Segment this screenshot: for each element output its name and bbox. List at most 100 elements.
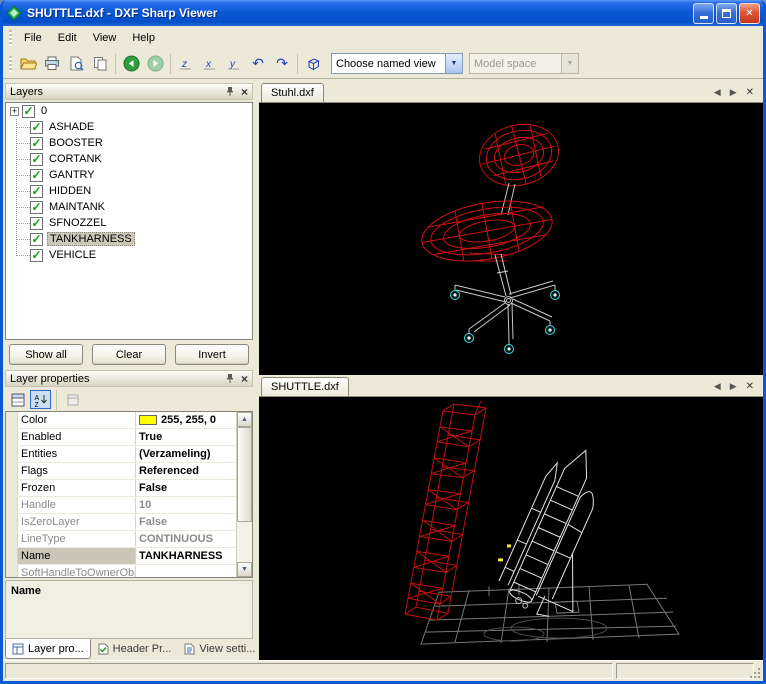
rotate-cw-button[interactable]: ↷ bbox=[270, 53, 294, 75]
layer-checkbox[interactable]: ✓ bbox=[30, 152, 43, 166]
forward-button[interactable] bbox=[143, 53, 167, 75]
close-button[interactable]: ✕ bbox=[739, 2, 760, 24]
doc-close-icon[interactable]: ✕ bbox=[746, 87, 754, 98]
viewport-stuhl[interactable] bbox=[259, 103, 763, 375]
property-row[interactable]: Flags Referenced bbox=[6, 463, 236, 480]
property-name[interactable]: Handle bbox=[18, 497, 136, 513]
show-all-button[interactable]: Show all bbox=[9, 344, 83, 365]
property-name[interactable]: Frozen bbox=[18, 480, 136, 496]
property-name[interactable]: Entities bbox=[18, 446, 136, 462]
property-row-selected[interactable]: Name TANKHARNESS bbox=[6, 548, 236, 565]
named-view-combo[interactable]: Choose named view ▼ bbox=[331, 53, 463, 74]
property-row[interactable]: Entities (Verzameling) bbox=[6, 446, 236, 463]
property-value[interactable]: Referenced bbox=[136, 463, 236, 479]
layer-checkbox[interactable]: ✓ bbox=[30, 184, 43, 198]
toolbar-grip[interactable] bbox=[9, 55, 12, 72]
layer-item[interactable]: ✓ MAINTANK bbox=[6, 199, 252, 215]
property-value[interactable]: (Verzameling) bbox=[136, 446, 236, 462]
view-3d-button[interactable] bbox=[301, 53, 325, 75]
layer-item[interactable]: ✓ VEHICLE bbox=[6, 247, 252, 263]
categorized-button[interactable] bbox=[7, 390, 28, 409]
layer-item[interactable]: ✓ ASHADE bbox=[6, 119, 252, 135]
layers-panel-header[interactable]: Layers × bbox=[5, 83, 253, 100]
layer-item[interactable]: + ✓ 0 bbox=[6, 103, 252, 119]
layer-item[interactable]: ✓ HIDDEN bbox=[6, 183, 252, 199]
property-row[interactable]: Enabled True bbox=[6, 429, 236, 446]
layer-item-selected[interactable]: ✓ TANKHARNESS bbox=[6, 231, 252, 247]
tab-layer-properties[interactable]: Layer pro... bbox=[5, 639, 91, 659]
menu-help[interactable]: Help bbox=[124, 28, 163, 48]
layer-item[interactable]: ✓ BOOSTER bbox=[6, 135, 252, 151]
property-row[interactable]: Frozen False bbox=[6, 480, 236, 497]
menu-edit[interactable]: Edit bbox=[50, 28, 85, 48]
back-button[interactable] bbox=[119, 53, 143, 75]
document-tab[interactable]: Stuhl.dxf bbox=[261, 83, 324, 102]
layer-label[interactable]: 0 bbox=[39, 105, 49, 117]
property-row-readonly[interactable]: IsZeroLayer False bbox=[6, 514, 236, 531]
layer-checkbox[interactable]: ✓ bbox=[30, 120, 43, 134]
property-value[interactable]: 255, 255, 0 bbox=[136, 412, 236, 428]
doc-next-icon[interactable]: ▶ bbox=[730, 382, 737, 392]
pin-icon[interactable] bbox=[225, 86, 235, 97]
resize-grip[interactable] bbox=[749, 667, 762, 680]
panel-close-icon[interactable]: × bbox=[241, 86, 248, 98]
alphabetical-button[interactable]: A Z bbox=[30, 390, 51, 409]
layer-checkbox[interactable]: ✓ bbox=[30, 168, 43, 182]
view-y-button[interactable]: y bbox=[222, 53, 246, 75]
document-tab[interactable]: SHUTTLE.dxf bbox=[261, 377, 349, 396]
open-button[interactable] bbox=[16, 53, 40, 75]
doc-next-icon[interactable]: ▶ bbox=[730, 88, 737, 98]
layer-label[interactable]: ASHADE bbox=[47, 121, 96, 133]
scrollbar-thumb[interactable] bbox=[237, 427, 252, 522]
layer-label[interactable]: MAINTANK bbox=[47, 201, 107, 213]
property-row-readonly[interactable]: SoftHandleToOwnerObj bbox=[6, 565, 236, 577]
doc-prev-icon[interactable]: ◀ bbox=[714, 382, 721, 392]
layer-label[interactable]: GANTRY bbox=[47, 169, 97, 181]
menu-file[interactable]: File bbox=[16, 28, 50, 48]
doc-close-icon[interactable]: ✕ bbox=[746, 381, 754, 392]
invert-button[interactable]: Invert bbox=[175, 344, 249, 365]
property-value[interactable]: TANKHARNESS bbox=[136, 548, 236, 564]
layer-item[interactable]: ✓ SFNOZZEL bbox=[6, 215, 252, 231]
layer-checkbox[interactable]: ✓ bbox=[30, 248, 43, 262]
property-row-readonly[interactable]: LineType CONTINUOUS bbox=[6, 531, 236, 548]
property-name[interactable]: SoftHandleToOwnerObj bbox=[18, 565, 136, 577]
doc-prev-icon[interactable]: ◀ bbox=[714, 88, 721, 98]
dropdown-arrow-icon[interactable]: ▼ bbox=[445, 54, 462, 73]
layer-checkbox[interactable]: ✓ bbox=[22, 104, 35, 118]
layer-label[interactable]: BOOSTER bbox=[47, 137, 105, 149]
layer-label[interactable]: HIDDEN bbox=[47, 185, 93, 197]
scroll-down-button[interactable]: ▼ bbox=[237, 562, 252, 577]
view-z-button[interactable]: z bbox=[174, 53, 198, 75]
property-name[interactable]: Flags bbox=[18, 463, 136, 479]
minimize-button[interactable] bbox=[693, 2, 714, 24]
title-bar[interactable]: SHUTTLE.dxf - DXF Sharp Viewer ✕ bbox=[3, 0, 763, 26]
export-image-button[interactable] bbox=[64, 53, 88, 75]
layer-item[interactable]: ✓ CORTANK bbox=[6, 151, 252, 167]
layer-checkbox[interactable]: ✓ bbox=[30, 216, 43, 230]
pin-icon[interactable] bbox=[225, 373, 235, 384]
scroll-up-button[interactable]: ▲ bbox=[237, 412, 252, 427]
layer-label[interactable]: SFNOZZEL bbox=[47, 217, 108, 229]
layer-checkbox[interactable]: ✓ bbox=[30, 200, 43, 214]
layer-checkbox[interactable]: ✓ bbox=[30, 232, 43, 246]
layer-checkbox[interactable]: ✓ bbox=[30, 136, 43, 150]
property-value[interactable]: True bbox=[136, 429, 236, 445]
property-name[interactable]: IsZeroLayer bbox=[18, 514, 136, 530]
property-grid-scrollbar[interactable]: ▲ ▼ bbox=[236, 412, 252, 577]
viewport-shuttle[interactable] bbox=[259, 397, 763, 660]
view-x-button[interactable]: x bbox=[198, 53, 222, 75]
property-name[interactable]: Enabled bbox=[18, 429, 136, 445]
layer-item[interactable]: ✓ GANTRY bbox=[6, 167, 252, 183]
panel-close-icon[interactable]: × bbox=[241, 373, 248, 385]
property-name[interactable]: LineType bbox=[18, 531, 136, 547]
tab-header-properties[interactable]: Header Pr... bbox=[91, 639, 178, 659]
property-row[interactable]: Color 255, 255, 0 bbox=[6, 412, 236, 429]
property-name[interactable]: Color bbox=[18, 412, 136, 428]
menubar-grip[interactable] bbox=[9, 29, 12, 46]
rotate-ccw-button[interactable]: ↶ bbox=[246, 53, 270, 75]
expander-icon[interactable]: + bbox=[10, 106, 19, 116]
properties-panel-header[interactable]: Layer properties × bbox=[5, 370, 253, 387]
property-value[interactable]: False bbox=[136, 480, 236, 496]
menu-view[interactable]: View bbox=[85, 28, 125, 48]
